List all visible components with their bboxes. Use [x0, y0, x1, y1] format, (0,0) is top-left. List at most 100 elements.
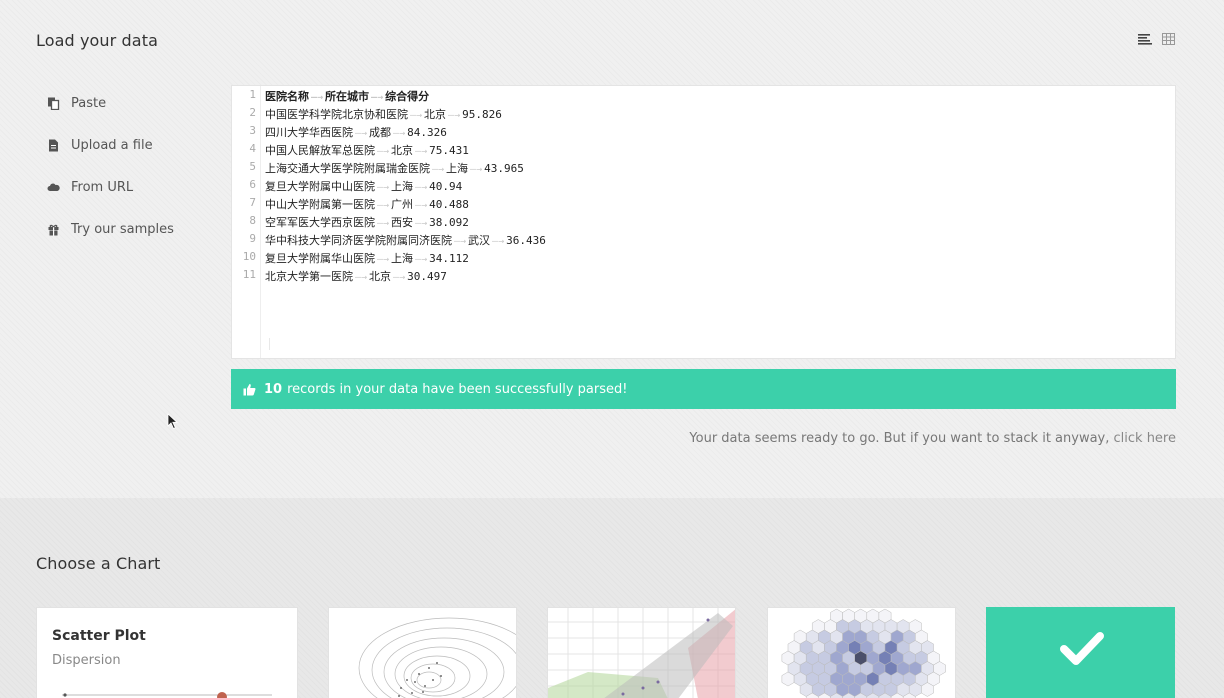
nav-item-upload[interactable]: Upload a file: [36, 124, 216, 166]
line-number: 2: [249, 106, 256, 119]
data-line[interactable]: 复旦大学附属中山医院 —→ 上海 —→ 40.94: [265, 178, 1175, 196]
cell-value: 复旦大学附属华山医院: [265, 252, 375, 265]
tab-marker: —→: [377, 200, 390, 211]
nav-item-label: Paste: [71, 95, 107, 111]
tab-marker: —→: [454, 236, 467, 247]
tab-marker: —→: [355, 272, 368, 283]
checkmark-icon: [1060, 631, 1104, 671]
tab-marker: —→: [415, 200, 428, 211]
cell-value: 43.965: [484, 162, 524, 175]
line-number: 3: [249, 124, 256, 137]
tab-marker: —→: [377, 254, 390, 265]
cell-value: 所在城市: [325, 90, 370, 103]
data-line[interactable]: 空军军医大学西京医院 —→ 西安 —→ 38.092: [265, 214, 1175, 232]
chart-card-subtitle: Dispersion: [52, 653, 121, 668]
cell-value: 上海交通大学医学院附属瑞金医院: [265, 162, 430, 175]
cloud-icon: [47, 181, 60, 194]
cell-value: 中国医学科学院北京协和医院: [265, 108, 408, 121]
stack-note: Your data seems ready to go. But if you …: [689, 431, 1176, 446]
hexbin-thumbnail: [781, 608, 946, 698]
cell-value: 四川大学华西医院: [265, 126, 353, 139]
line-number: 5: [249, 160, 256, 173]
cell-value: 95.826: [462, 108, 502, 121]
cell-value: 北京: [424, 108, 447, 121]
cell-value: 上海: [391, 180, 414, 193]
header-line[interactable]: 医院名称 —→ 所在城市 —→ 综合得分: [265, 88, 1175, 106]
nav-item-paste[interactable]: Paste: [36, 82, 216, 124]
chart-card-hexbin[interactable]: [767, 607, 956, 698]
gift-icon: [47, 223, 60, 236]
data-line[interactable]: 上海交通大学医学院附属瑞金医院 —→ 上海 —→ 43.965: [265, 160, 1175, 178]
tab-marker: —→: [393, 272, 406, 283]
chart-card-title: Scatter Plot: [52, 628, 146, 644]
data-line[interactable]: 华中科技大学同济医学院附属同济医院 —→ 武汉 —→ 36.436: [265, 232, 1175, 250]
tab-marker: —→: [432, 164, 445, 175]
table-icon[interactable]: [1161, 31, 1177, 45]
data-line[interactable]: 中山大学附属第一医院 —→ 广州 —→ 40.488: [265, 196, 1175, 214]
cell-value: 医院名称: [265, 90, 309, 103]
data-line[interactable]: 四川大学华西医院 —→ 成都 —→ 84.326: [265, 124, 1175, 142]
cell-value: 综合得分: [385, 90, 430, 103]
tab-marker: —→: [393, 128, 406, 139]
data-editor[interactable]: 1 2 3 4 5 6 7 8 9 10 11 医院名称 —→ 所在城市 —→ 综合得分 中国医学科学院北京协…: [231, 85, 1176, 359]
nav-item-label: From URL: [71, 179, 134, 195]
nav-item-samples[interactable]: Try our samples: [36, 208, 216, 250]
cell-value: 34.112: [429, 252, 469, 265]
cell-value: 40.94: [429, 180, 463, 193]
line-number: 9: [249, 232, 256, 245]
line-number: 4: [249, 142, 256, 155]
cell-value: 复旦大学附属中山医院: [265, 180, 375, 193]
chart-card-convex-hull[interactable]: [547, 607, 736, 698]
cell-value: 空军军医大学西京医院: [265, 216, 375, 229]
tab-marker: —→: [377, 218, 390, 229]
tab-marker: —→: [311, 92, 324, 103]
nav-item-url[interactable]: From URL: [36, 166, 216, 208]
cell-value: 华中科技大学同济医学院附属同济医院: [265, 234, 452, 247]
chart-card-contour[interactable]: [328, 607, 517, 698]
load-data-title: Load your data: [36, 31, 158, 50]
cell-value: 75.431: [429, 144, 469, 157]
data-source-nav: Paste Upload a file From URL Try our sam…: [36, 82, 216, 250]
line-number: 11: [242, 268, 256, 281]
editor-cursor: [269, 338, 270, 350]
line-number: 1: [249, 88, 256, 101]
data-line[interactable]: 中国人民解放军总医院 —→ 北京 —→ 75.431: [265, 142, 1175, 160]
hull-thumbnail: [548, 608, 735, 698]
tab-marker: —→: [371, 92, 384, 103]
data-line[interactable]: 北京大学第一医院 —→ 北京 —→ 30.497: [265, 268, 1175, 286]
cell-value: 38.092: [429, 216, 469, 229]
load-data-section: Load your data Paste Upload a file From …: [0, 0, 1224, 498]
cell-value: 84.326: [407, 126, 447, 139]
cell-value: 北京: [391, 144, 414, 157]
line-number-gutter: 1 2 3 4 5 6 7 8 9 10 11: [232, 86, 261, 358]
nav-item-label: Upload a file: [71, 137, 153, 153]
tab-marker: —→: [377, 182, 390, 193]
cell-value: 成都: [369, 126, 392, 139]
stack-click-here-link[interactable]: click here: [1114, 431, 1176, 446]
data-line[interactable]: 中国医学科学院北京协和医院 —→ 北京 —→ 95.826: [265, 106, 1175, 124]
tab-marker: —→: [415, 146, 428, 157]
cell-value: 上海: [446, 162, 469, 175]
tab-marker: —→: [492, 236, 505, 247]
line-number: 10: [242, 250, 256, 263]
cell-value: 广州: [391, 198, 414, 211]
cell-value: 西安: [391, 216, 414, 229]
cell-value: 36.436: [506, 234, 546, 247]
cell-value: 上海: [391, 252, 414, 265]
nav-item-label: Try our samples: [71, 221, 174, 237]
data-line[interactable]: 复旦大学附属华山医院 —→ 上海 —→ 34.112: [265, 250, 1175, 268]
stack-note-text: Your data seems ready to go. But if you …: [689, 431, 1110, 446]
cell-value: 北京: [369, 270, 392, 283]
tab-marker: —→: [470, 164, 483, 175]
code-area[interactable]: 医院名称 —→ 所在城市 —→ 综合得分 中国医学科学院北京协和医院 —→ 北京 —→ 95.82…: [265, 88, 1175, 286]
align-left-icon[interactable]: [1137, 31, 1153, 45]
chart-card-selected[interactable]: [986, 607, 1175, 698]
tab-marker: —→: [377, 146, 390, 157]
chart-card-scatter-plot[interactable]: Scatter Plot Dispersion: [36, 607, 298, 698]
line-number: 7: [249, 196, 256, 209]
cell-value: 中国人民解放军总医院: [265, 144, 375, 157]
cell-value: 中山大学附属第一医院: [265, 198, 375, 211]
tab-marker: —→: [410, 110, 423, 121]
tab-marker: —→: [415, 254, 428, 265]
tab-marker: —→: [448, 110, 461, 121]
